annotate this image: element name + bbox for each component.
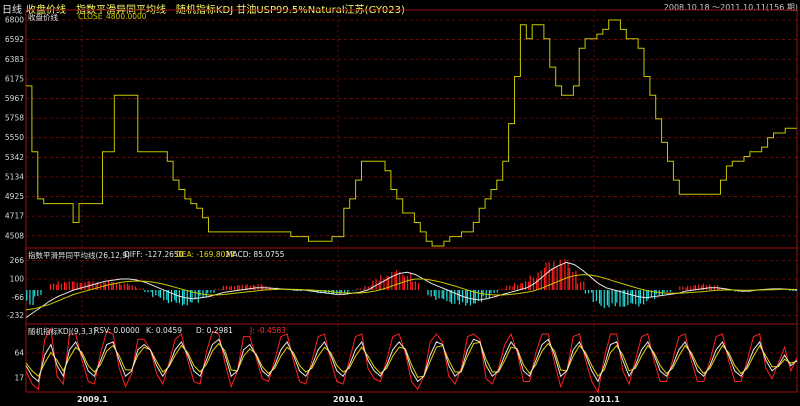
kdj-k-line — [25, 338, 798, 383]
kdj-k-readout: K: 0.0459 — [146, 326, 183, 335]
y-tick-label: 6800 — [5, 16, 24, 25]
y-tick-label: 5967 — [5, 94, 24, 103]
x-tick-2009: 2009.1 — [77, 395, 108, 404]
macd-diff-readout: DIFF: -127.2650 — [124, 250, 184, 259]
close-price-line — [26, 19, 797, 247]
y-tick-label: 4508 — [5, 231, 24, 240]
kdj-d-line — [25, 341, 798, 378]
y-tick-label: 5342 — [5, 153, 24, 162]
y-tick-label: 4925 — [5, 192, 24, 201]
panel-frame-0 — [25, 9, 798, 249]
price-legend-value: 4800.0000 — [106, 12, 147, 21]
macd-panel-title: 指数平滑异同平均线(26,12,9) — [28, 251, 130, 260]
y-tick-label: 6592 — [5, 35, 24, 44]
kdj-j-line — [25, 327, 798, 394]
y-tick-label: -66 — [12, 293, 24, 302]
chart-window: { "header": { "period": "日线", "title": "… — [0, 0, 800, 406]
y-tick-label: 5134 — [5, 172, 24, 181]
price-legend-name: CLOSE — [78, 12, 103, 21]
price-panel-title: 收盘价线 — [28, 13, 58, 22]
chart-canvas[interactable]: 4508 4717 4925 5134 5342 5550 5758 5967 6175 6383… — [0, 0, 800, 406]
x-tick-2010: 2010.1 — [333, 395, 364, 404]
y-tick-label: 17 — [14, 373, 24, 382]
y-tick-label: 6383 — [5, 55, 24, 64]
kdj-rsv-readout: RSV: 0.0000 — [94, 326, 140, 335]
kdj-d-readout: D: 0.2981 — [196, 326, 233, 335]
y-tick-label: 266 — [10, 256, 25, 265]
kdj-j-readout: J: -0.4583 — [250, 326, 287, 335]
kdj-panel-title: 随机指标KDJ(9,3,3) — [28, 327, 96, 336]
diff-line — [25, 261, 798, 319]
y-tick-label: 5550 — [5, 133, 24, 142]
y-tick-label: 100 — [10, 274, 25, 283]
panel-frame-1 — [25, 247, 798, 325]
macd-value-readout: MACD: 85.0755 — [226, 250, 285, 259]
x-tick-2011: 2011.1 — [589, 395, 620, 404]
y-tick-label: 6175 — [5, 74, 24, 83]
y-tick-label: -232 — [7, 311, 24, 320]
y-tick-label: 4717 — [5, 212, 24, 221]
y-tick-label: 5758 — [5, 114, 24, 123]
y-tick-label: 64 — [14, 348, 24, 357]
